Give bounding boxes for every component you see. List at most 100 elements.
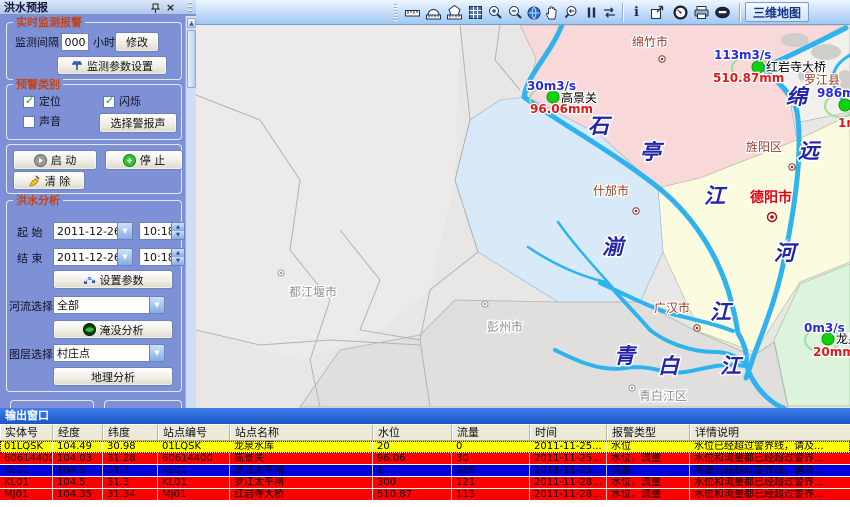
output-table-header: 实体号 经度 纬度 站点编号 站点名称 水位 流量 时间 报警类型 详情说明 (0, 424, 850, 441)
start-button[interactable]: 启 动 (13, 150, 97, 170)
cell-lat: 31.34 (103, 489, 158, 500)
table-row[interactable]: 60614400 104.03 31.28 60614400 高景关 96.06… (0, 453, 850, 465)
flood-analysis-button[interactable]: 淹没分析 (53, 320, 173, 339)
monitor-params-button[interactable]: 监测参数设置 (57, 56, 167, 75)
inundation-globe-icon (83, 323, 96, 336)
end-time-spinner[interactable]: 10:18 ▲▼ (139, 248, 185, 266)
cell-flow: 0 (452, 441, 530, 452)
chevron-down-icon[interactable]: ▼ (117, 249, 132, 265)
control-group: 启 动 停 止 清 除 (6, 144, 182, 194)
panel-grip[interactable] (188, 2, 192, 14)
cell-type: 水位 (607, 441, 690, 452)
station-marker-luojiang[interactable] (839, 99, 850, 111)
table-row-selected[interactable]: KL01 104.5 31.3 KL01 罗江太平闸 1 986 2011-11… (0, 465, 850, 477)
measure-distance-button[interactable] (423, 2, 444, 23)
toolbar-grip[interactable] (394, 4, 397, 21)
set-params-button[interactable]: 设置参数 (53, 270, 173, 289)
close-icon[interactable]: × (164, 1, 177, 14)
col-header-type[interactable]: 报警类型 (607, 425, 690, 440)
interval-input[interactable] (61, 33, 89, 51)
cell-name: 罗江太平闸 (230, 477, 373, 488)
zoom-previous-button[interactable] (561, 2, 582, 23)
col-header-level[interactable]: 水位 (373, 425, 452, 440)
city-label: 绵竹市 (632, 34, 668, 49)
col-header-detail[interactable]: 详情说明 (690, 425, 850, 440)
station-name-label: 龙泉水库 (836, 331, 850, 346)
col-header-entity[interactable]: 实体号 (0, 425, 53, 440)
table-row[interactable]: KL01 104.5 31.3 KL01 罗江太平闸 300 121 2011-… (0, 477, 850, 489)
select-alarm-sound-button[interactable]: 选择警报声 (99, 113, 177, 133)
checkbox-sound-label: 声音 (39, 115, 61, 129)
measure-area-button[interactable] (444, 2, 465, 23)
broom-icon (28, 175, 41, 187)
stop-button[interactable]: 停 止 (105, 150, 183, 170)
chevron-down-icon[interactable]: ▼ (117, 223, 132, 239)
chevron-down-icon[interactable]: ▼ (149, 345, 164, 361)
col-header-code[interactable]: 站点编号 (158, 425, 230, 440)
speed-gauge-button[interactable] (670, 2, 691, 23)
measure-ruler-button[interactable] (402, 2, 423, 23)
geo-analysis-label: 地理分析 (91, 369, 135, 385)
checkbox-flash[interactable]: ✓ (103, 96, 115, 108)
spin-down-icon[interactable]: ▼ (172, 231, 184, 239)
river-label: 江 (710, 300, 734, 324)
city-label-deyang: 德阳市 (750, 189, 792, 206)
col-header-flow[interactable]: 流量 (452, 425, 530, 440)
map-3d-button[interactable]: 三维地图 (745, 2, 809, 22)
cell-code: MJ01 (158, 489, 230, 500)
scrollbar-thumb[interactable] (187, 30, 196, 88)
sidebar-titlebar: 洪水预报 × (0, 0, 196, 15)
river-label: 白 (658, 354, 681, 378)
geo-analysis-button[interactable]: 地理分析 (53, 367, 173, 386)
pan-button[interactable] (541, 2, 562, 23)
col-header-lat[interactable]: 纬度 (103, 425, 158, 440)
analysis-group-title: 洪水分析 (13, 194, 63, 207)
grid-button[interactable] (465, 2, 486, 23)
col-header-time[interactable]: 时间 (530, 425, 607, 440)
map-view[interactable]: 石 亭 江 湔 江 青 白 江 绵 远 河 绵 (196, 25, 850, 408)
col-header-name[interactable]: 站点名称 (230, 425, 373, 440)
export-icon (649, 4, 666, 21)
cell-lon: 104.5 (53, 477, 103, 488)
clear-button-label: 清 除 (45, 173, 71, 189)
layer-select[interactable]: 村庄点 ▼ (53, 344, 165, 362)
printer-icon (693, 4, 710, 21)
cell-entity: MJ01 (0, 489, 53, 500)
stop-button-label: 停 止 (140, 152, 166, 168)
zoom-in-button[interactable] (485, 2, 506, 23)
analysis-group: 洪水分析 起 始 2011-12-26 ▼ 10:18 ▲▼ 结 束 2011-… (6, 200, 182, 392)
zoom-previous-icon (563, 4, 580, 21)
table-row[interactable]: MJ01 104.35 31.34 MJ01 红岩寺大桥 510.87 113 … (0, 489, 850, 501)
river-select[interactable]: 全部 ▼ (53, 296, 165, 314)
start-date-picker[interactable]: 2011-12-26 ▼ (53, 222, 133, 240)
grid-icon (467, 4, 484, 21)
cell-detail: 水位已经超过警界线，请及... (690, 441, 850, 452)
sidebar-scrollbar[interactable]: ▲ (185, 16, 196, 408)
city-label: 旌阳区 (746, 140, 782, 154)
table-row[interactable]: 01LQSK 104.49 30.98 01LQSK 龙泉水库 20 0 201… (0, 441, 850, 453)
chevron-down-icon[interactable]: ▼ (149, 297, 164, 313)
spin-down-icon[interactable]: ▼ (172, 257, 184, 265)
scatter-params-icon (83, 274, 96, 286)
spin-up-icon[interactable]: ▲ (172, 249, 184, 257)
cell-detail: 水位和流量都已经超过警界... (690, 453, 850, 464)
pin-icon[interactable] (149, 1, 162, 14)
print-button[interactable] (691, 2, 712, 23)
modify-button-label: 修改 (126, 34, 148, 50)
alert-group-title: 预警类别 (13, 78, 63, 91)
zoom-in-icon (487, 4, 504, 21)
export-button[interactable] (647, 2, 668, 23)
scroll-up-icon[interactable]: ▲ (187, 18, 196, 28)
checkbox-position[interactable]: ✓ (23, 96, 35, 108)
modify-button[interactable]: 修改 (115, 32, 159, 52)
checkbox-position-label: 定位 (39, 95, 61, 109)
end-date-picker[interactable]: 2011-12-26 ▼ (53, 248, 133, 266)
start-time-spinner[interactable]: 10:18 ▲▼ (139, 222, 185, 240)
identify-button[interactable] (712, 2, 733, 23)
checkbox-sound[interactable]: ✓ (23, 116, 35, 128)
spin-up-icon[interactable]: ▲ (172, 223, 184, 231)
col-header-lon[interactable]: 经度 (53, 425, 103, 440)
info-button[interactable]: i (626, 2, 647, 23)
clear-button[interactable]: 清 除 (13, 171, 85, 190)
swap-button[interactable] (599, 2, 620, 23)
